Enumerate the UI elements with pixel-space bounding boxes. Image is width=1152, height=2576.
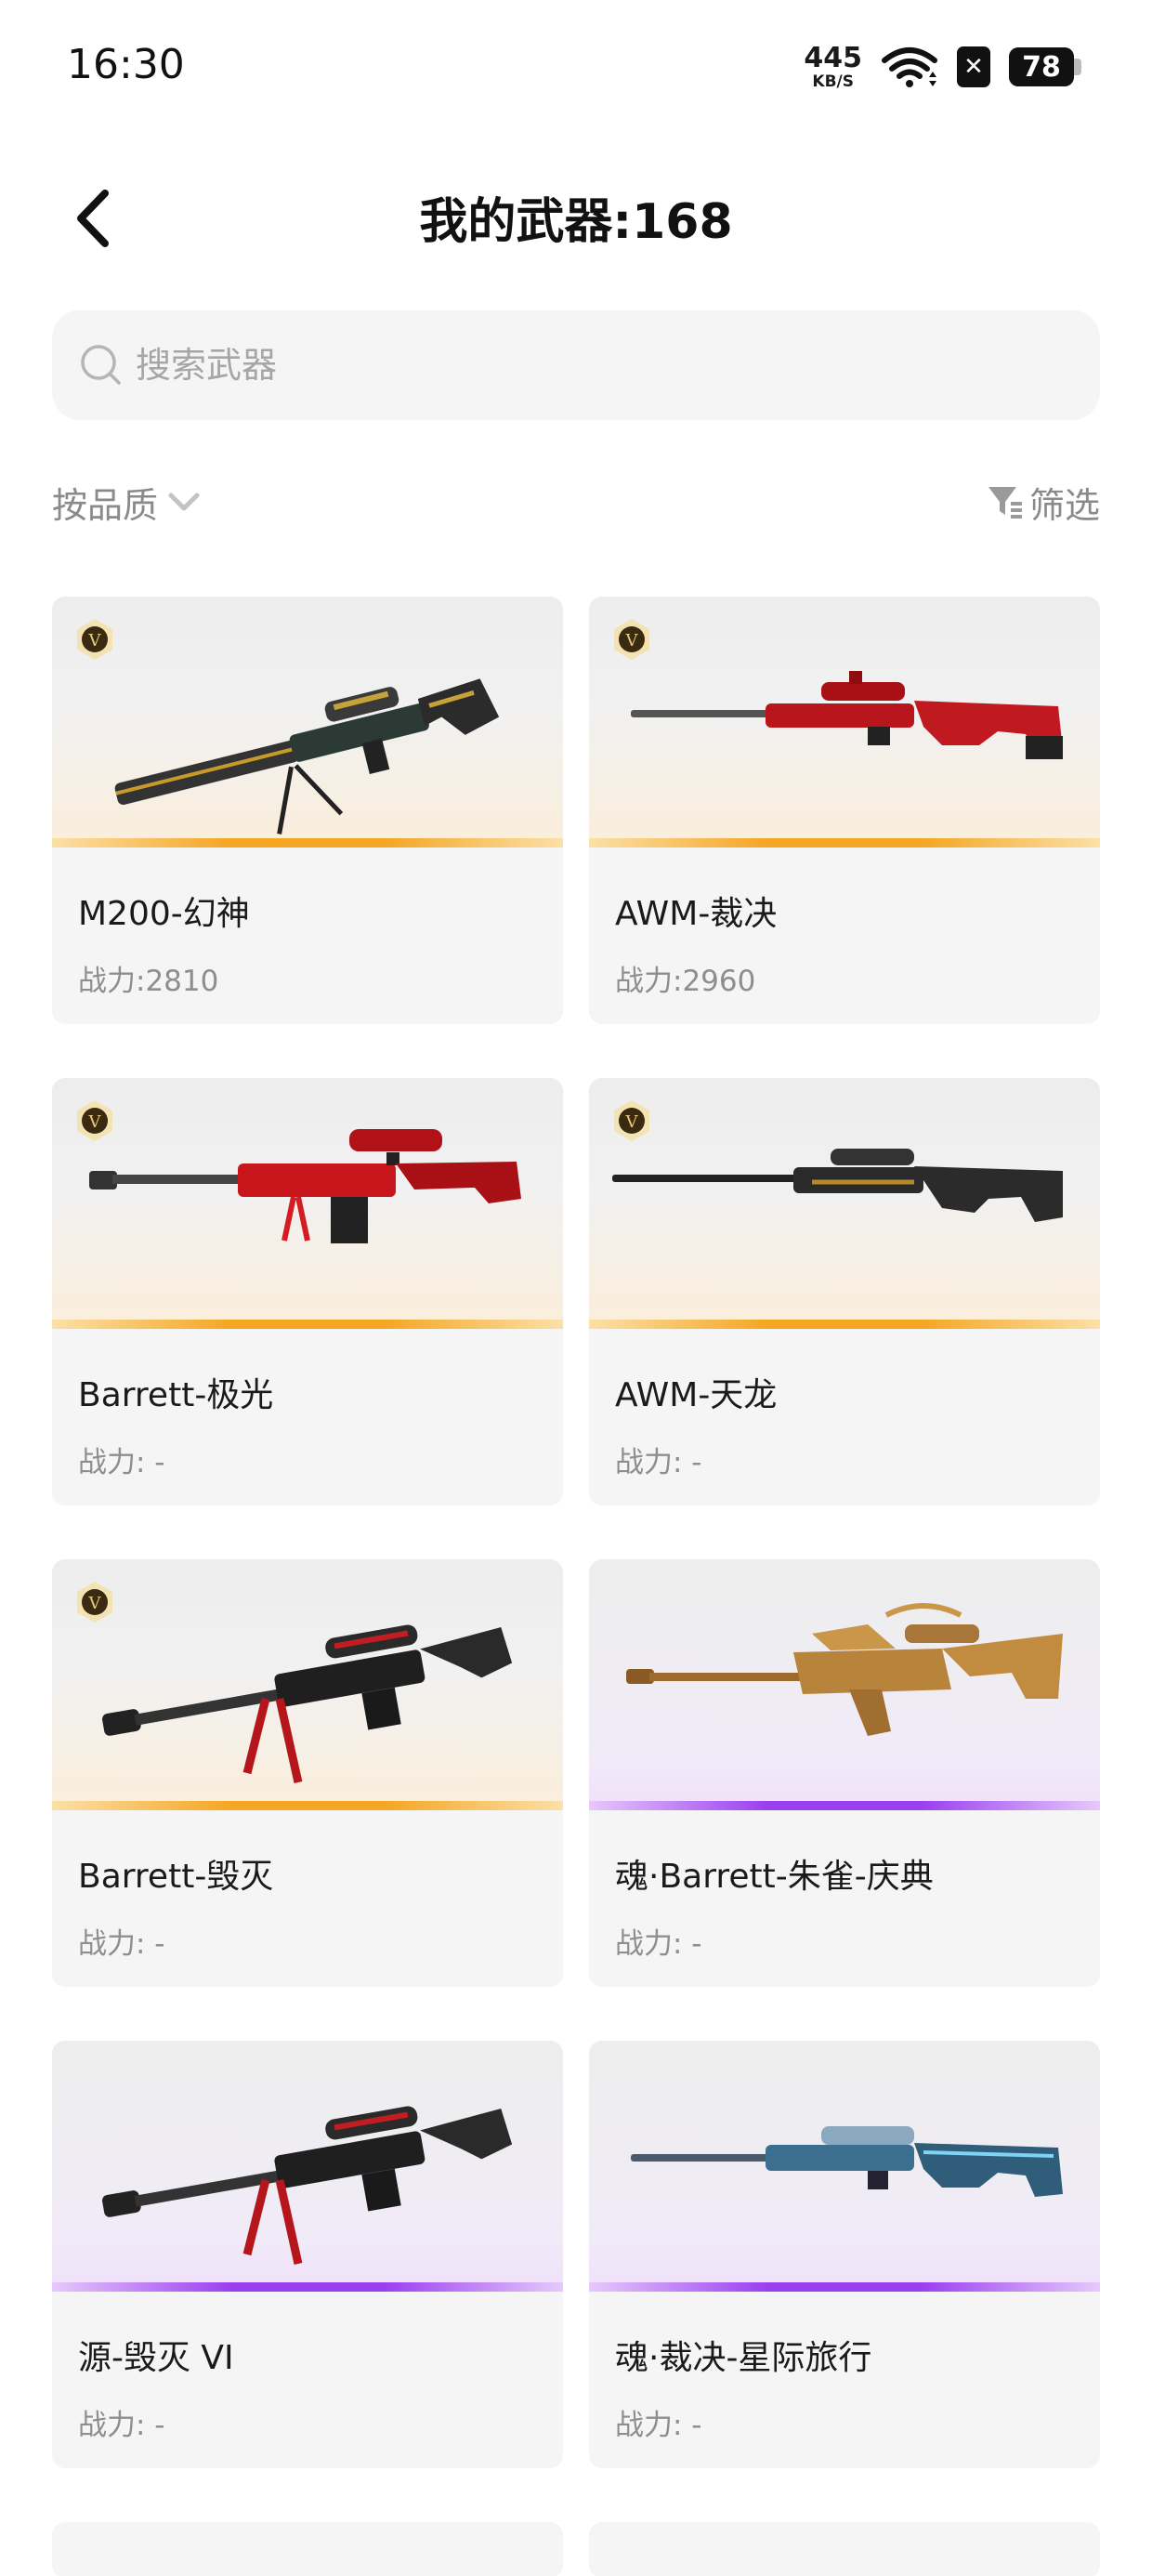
weapon-power: 战力: - — [78, 1927, 165, 1961]
search-bar[interactable] — [52, 310, 1100, 420]
weapon-image — [589, 1559, 1100, 1810]
weapon-name: Barrett-毁灭 — [78, 1858, 274, 1896]
status-bar: 16:30 445 KB/S ✕ 78 — [0, 0, 1152, 139]
sniper-rifle-image — [626, 1603, 1063, 1736]
network-speed: 445 KB/S — [804, 41, 862, 91]
weapon-card[interactable]: V AWM-天龙 战力: - — [589, 1078, 1100, 1505]
filter-button[interactable]: 筛选 — [985, 474, 1100, 530]
network-speed-value: 445 — [804, 41, 862, 74]
sniper-rifle-image — [114, 678, 500, 835]
weapon-power: 战力: - — [78, 2409, 165, 2442]
weapon-name: 魂·Barrett-朱雀-庆典 — [615, 1858, 934, 1896]
network-speed-unit: KB/S — [812, 72, 854, 91]
weapon-image: V — [589, 1078, 1100, 1329]
weapon-name: Barrett-极光 — [78, 1376, 274, 1414]
battery-icon: 78 — [1009, 47, 1081, 86]
weapon-power: 战力: - — [615, 2409, 702, 2442]
weapon-card[interactable]: V AWM-裁决 战力:2960 — [589, 597, 1100, 1024]
weapon-power: 战力: - — [615, 1927, 702, 1961]
wifi-icon — [882, 47, 937, 87]
weapon-power: 战力: - — [615, 1446, 702, 1479]
weapon-image: V — [52, 1078, 563, 1329]
weapon-power: 战力:2810 — [78, 965, 219, 998]
weapon-card[interactable]: V M200-幻神 战力:2810 — [52, 597, 563, 1024]
weapon-name: M200-幻神 — [78, 895, 250, 933]
weapon-card[interactable]: 源-毁灭 VI 战力: - — [52, 2041, 563, 2468]
weapon-image — [52, 2041, 563, 2292]
sniper-rifle-image — [89, 1129, 521, 1243]
no-sim-icon: ✕ — [957, 46, 990, 87]
status-icons: 445 KB/S ✕ 78 — [804, 39, 1081, 95]
weapon-card[interactable]: 魂·裁决-星际旅行 战力: - — [589, 2041, 1100, 2468]
weapon-image — [589, 2041, 1100, 2292]
weapon-name: AWM-天龙 — [615, 1376, 778, 1414]
sort-label: 按品质 — [52, 484, 159, 526]
sniper-rifle-image — [102, 2106, 513, 2265]
sniper-rifle-image — [102, 1624, 513, 1783]
weapon-name: 魂·裁决-星际旅行 — [615, 2339, 872, 2377]
filter-label: 筛选 — [1028, 484, 1100, 526]
weapon-power: 战力: - — [78, 1446, 165, 1479]
battery-level: 78 — [1009, 47, 1074, 86]
weapon-image: V — [52, 1559, 563, 1810]
weapon-grid: V M200-幻神 战力:2810 V AWM-裁决 战力:2960 V Bar… — [52, 597, 1100, 2576]
filter-funnel-icon — [988, 487, 1022, 519]
sniper-rifle-image — [631, 671, 1063, 759]
weapon-card[interactable]: V Barrett-极光 战力: - — [52, 1078, 563, 1505]
weapon-card[interactable]: 魂·Barrett-朱雀-庆典 战力: - — [589, 1559, 1100, 1987]
weapon-card-partial[interactable] — [52, 2522, 563, 2576]
chevron-down-icon — [168, 493, 200, 511]
weapon-image: V — [589, 597, 1100, 848]
weapon-power: 战力:2960 — [615, 965, 756, 998]
weapon-image: V — [52, 597, 563, 848]
status-time: 16:30 — [67, 41, 185, 88]
sniper-rifle-image — [612, 1149, 1063, 1222]
weapon-name: 源-毁灭 VI — [78, 2339, 234, 2377]
weapon-card-partial[interactable] — [589, 2522, 1100, 2576]
sniper-rifle-image — [631, 2126, 1063, 2197]
weapon-name: AWM-裁决 — [615, 895, 778, 933]
sort-by-quality-dropdown[interactable]: 按品质 — [52, 474, 203, 530]
search-icon — [81, 345, 121, 385]
page-title: 我的武器:168 — [419, 194, 733, 250]
search-input[interactable] — [136, 345, 972, 386]
weapon-card[interactable]: V Barrett-毁灭 战力: - — [52, 1559, 563, 1987]
